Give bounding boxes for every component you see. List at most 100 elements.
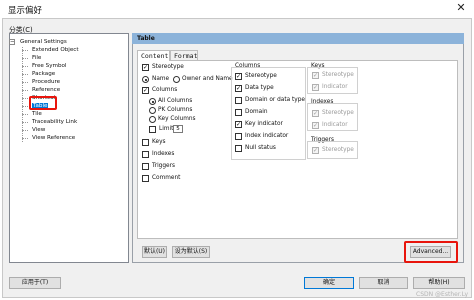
col-stereotype-checkbox[interactable]: ✓ (235, 73, 242, 80)
triggers-label: Triggers (152, 163, 176, 169)
triggers-stereotype-label: Stereotype (322, 147, 354, 153)
indexes-label: Indexes (152, 151, 175, 157)
tree-item-file[interactable]: File (32, 54, 41, 62)
close-icon[interactable]: ✕ (454, 1, 468, 15)
keys-stereotype-checkbox[interactable]: ✓ (312, 72, 319, 79)
tree-item-label: General Settings (20, 39, 67, 45)
pk-columns-label: PK Columns (158, 107, 193, 113)
tree-item-label: Extended Object (32, 47, 79, 53)
apply-to-button[interactable]: 应用于(T) (9, 277, 61, 289)
keys-stereotype-label: Stereotype (322, 72, 354, 78)
tree-item-label: Free Symbol (32, 63, 67, 69)
tree-item-label: Tile (32, 111, 42, 117)
tree-item-label: View Reference (32, 135, 76, 141)
tree-branch (22, 82, 28, 83)
watermark: CSDN @Esther.Ly (416, 291, 468, 298)
col-index-indicator-label: Index indicator (245, 133, 289, 139)
tree-item-reference[interactable]: Reference (32, 86, 60, 94)
tree-item-view[interactable]: View (32, 126, 45, 134)
title-bar (0, 0, 474, 18)
default-button[interactable]: 默认(U) (142, 246, 167, 258)
indexes-indicator-checkbox[interactable]: ✓ (312, 122, 319, 129)
window-title: 显示偏好 (8, 6, 43, 16)
name-radio[interactable] (142, 76, 149, 83)
cancel-button[interactable]: 取消 (359, 277, 408, 289)
tree-branch (22, 50, 28, 51)
tree-item-label: Traceability Link (32, 119, 78, 125)
tree-branch (22, 74, 28, 75)
tree-branch (22, 130, 28, 131)
collapse-icon[interactable]: − (9, 39, 15, 45)
tree-item-procedure[interactable]: Procedure (32, 78, 60, 86)
highlight-box-table (29, 96, 57, 110)
highlight-box-advanced (404, 241, 458, 263)
col-null-status-checkbox[interactable] (235, 145, 242, 152)
col-data-type-checkbox[interactable]: ✓ (235, 85, 242, 92)
col-data-type-label: Data type (245, 85, 274, 91)
keys-label: Keys (152, 139, 166, 145)
tree-item-traceability-link[interactable]: Traceability Link (32, 118, 77, 126)
col-null-status-label: Null status (245, 145, 276, 151)
keys-checkbox[interactable] (142, 139, 149, 146)
tree-item-package[interactable]: Package (32, 70, 55, 78)
all-columns-label: All Columns (158, 98, 193, 104)
tree-item-label: Procedure (32, 79, 61, 85)
tree-branch (22, 106, 28, 107)
tree-branch (22, 138, 28, 139)
name-radio-label: Name (152, 76, 170, 82)
indexes-stereotype-label: Stereotype (322, 110, 354, 116)
tree-item-general-settings[interactable]: General Settings (20, 38, 67, 46)
indexes-checkbox[interactable] (142, 151, 149, 158)
tree-item-tile[interactable]: Tile (32, 110, 42, 118)
tab-content[interactable]: Content (137, 50, 170, 61)
col-stereotype-label: Stereotype (245, 73, 277, 79)
col-key-indicator-label: Key indicator (245, 121, 283, 127)
key-columns-label: Key Columns (158, 116, 196, 122)
triggers-stereotype-checkbox[interactable]: ✓ (312, 147, 319, 154)
col-index-indicator-checkbox[interactable] (235, 133, 242, 140)
tree-branch (22, 114, 28, 115)
columns-label: Columns (152, 87, 178, 93)
tree-branch (22, 98, 28, 99)
tree-item-extended-object[interactable]: Extended Object (32, 46, 79, 54)
col-domain-label: Domain (245, 109, 268, 115)
key-columns-radio[interactable] (149, 116, 156, 123)
category-tree[interactable] (9, 33, 129, 263)
col-domain-or-data-type-label: Domain or data type (245, 97, 305, 103)
col-domain-or-data-type-checkbox[interactable] (235, 97, 242, 104)
comment-label: Comment (152, 175, 181, 181)
comment-checkbox[interactable] (142, 175, 149, 182)
set-default-button[interactable]: 设为默认(S) (172, 246, 210, 258)
tree-branch (22, 90, 28, 91)
all-columns-radio[interactable] (149, 98, 156, 105)
tree-item-label: Reference (32, 87, 61, 93)
tree-branch (22, 122, 28, 123)
limit-checkbox[interactable] (149, 126, 156, 133)
keys-indicator-label: Indicator (322, 84, 348, 90)
tree-item-view-reference[interactable]: View Reference (32, 134, 75, 142)
columns-checkbox[interactable]: ✓ (142, 87, 149, 94)
tree-item-label: View (32, 127, 46, 133)
limit-input[interactable]: 5 (173, 125, 183, 133)
triggers-checkbox[interactable] (142, 163, 149, 170)
panel-title: Table (137, 35, 155, 42)
tree-branch (22, 66, 28, 67)
tree-guide-line (22, 47, 23, 142)
owner-and-name-radio[interactable] (173, 76, 180, 83)
tree-item-label: Package (32, 71, 56, 77)
owner-and-name-label: Owner and Name (182, 76, 233, 82)
ok-button[interactable]: 确定 (304, 277, 354, 289)
panel-header (132, 33, 464, 44)
stereotype-checkbox[interactable]: ✓ (142, 64, 149, 71)
pk-columns-radio[interactable] (149, 107, 156, 114)
keys-indicator-checkbox[interactable]: ✓ (312, 84, 319, 91)
stereotype-label: Stereotype (152, 64, 184, 70)
col-key-indicator-checkbox[interactable]: ✓ (235, 121, 242, 128)
indexes-stereotype-checkbox[interactable]: ✓ (312, 110, 319, 117)
col-domain-checkbox[interactable] (235, 109, 242, 116)
tree-item-label: File (32, 55, 42, 61)
tree-item-free-symbol[interactable]: Free Symbol (32, 62, 67, 70)
tree-branch (22, 58, 28, 59)
indexes-indicator-label: Indicator (322, 122, 348, 128)
help-button[interactable]: 帮助(H) (413, 277, 465, 289)
